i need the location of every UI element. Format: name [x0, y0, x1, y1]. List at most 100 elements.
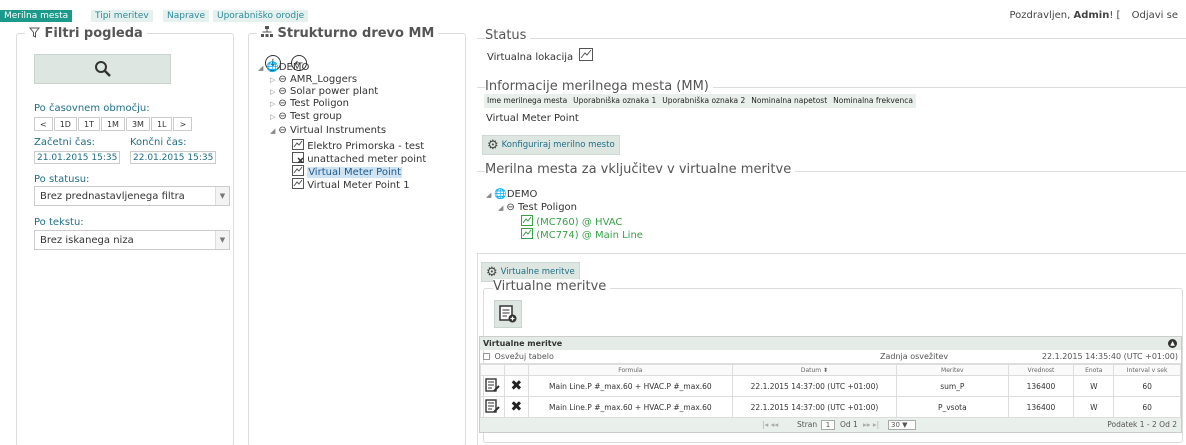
tree-node-virtual-meter-point-1[interactable]: Virtual Meter Point 1 [292, 178, 410, 192]
tree-node-label: Elektro Primorska - test [307, 141, 425, 152]
col-datum-label: Datum [800, 366, 822, 374]
location-icon: ⊖ [506, 202, 515, 213]
cell-enota: W [1073, 375, 1115, 397]
info-col-user2: Uporabniška oznaka 2 [662, 96, 746, 105]
refresh-label: Osvežuj tabelo [494, 352, 554, 361]
range-1d-button[interactable]: 1D [53, 117, 77, 131]
triangle-expanded-icon: ◢ [258, 64, 264, 72]
tree-node-amr[interactable]: ▷ ⊖ AMR_Loggers [270, 74, 357, 86]
col-meritev[interactable]: Meritev [896, 364, 1009, 376]
col-datum[interactable]: Datum ⬍ [731, 364, 898, 376]
tree-node-poligon[interactable]: ▷ ⊖ Test Poligon [270, 98, 349, 110]
include-node-label: Test Poligon [517, 202, 577, 213]
tab-naprave[interactable]: Naprave [163, 10, 210, 22]
greeting-prefix: Pozdravljen, [1009, 10, 1071, 21]
col-interval[interactable]: Interval v sek [1113, 364, 1181, 376]
globe-icon: 🌐 [494, 189, 507, 200]
include-title: Merilna mesta za vključitev v virtualne … [485, 162, 796, 177]
range-next-button[interactable]: > [173, 117, 193, 131]
table-row: ✖ Main Line.P #_max.60 + HVAC.P #_max.60… [480, 396, 1181, 418]
cell-datum: 22.1.2015 14:37:00 (UTC +01:00) [731, 375, 898, 397]
table-header-row: Formula Datum ⬍ Meritev Vrednost Enota I… [480, 364, 1181, 376]
tree-node-demo[interactable]: ◢ 🌐DEMO [258, 62, 309, 74]
delete-row-button[interactable]: ✖ [503, 375, 529, 397]
last-refresh-value: 22.1.2015 14:35:40 (UTC +01:00) [1041, 352, 1178, 361]
info-col-name: Ime merilnega mesta [487, 96, 568, 105]
tree-node-virtual-meter-point[interactable]: Virtual Meter Point [292, 165, 403, 179]
pager-page-input[interactable]: 1 [821, 420, 835, 430]
logout-link[interactable]: Odjavi se [1132, 10, 1178, 21]
location-icon: ⊖ [278, 125, 287, 136]
cell-meritev: sum_P [896, 375, 1009, 397]
tree-node-unattached[interactable]: unattached meter point [292, 152, 426, 166]
tree-node-solar[interactable]: ▷ ⊖ Solar power plant [270, 86, 378, 98]
add-virtual-measurement-button[interactable] [494, 300, 522, 328]
tab-merilna-mesta[interactable]: Merilna mesta [0, 10, 73, 22]
chevron-down-icon: ▼ [902, 421, 908, 429]
table-row: ✖ Main Line.P #_max.60 + HVAC.P #_max.60… [480, 375, 1181, 397]
gear-icon: ⚙ [486, 264, 498, 280]
include-node-hvac[interactable]: (MC760) @ HVAC [521, 215, 622, 229]
configure-meter-point-button[interactable]: ⚙ Konfiguriraj merilno mesto [482, 135, 620, 155]
tree-node-group[interactable]: ▷ ⊖ Test group [270, 111, 342, 123]
meter-point-icon [521, 228, 533, 239]
include-node-demo[interactable]: ◢ 🌐DEMO [486, 189, 537, 201]
refresh-checkbox[interactable] [483, 353, 490, 360]
range-1m-button[interactable]: 1M [100, 117, 125, 131]
end-time-input[interactable]: 22.01.2015 15:35 [130, 151, 217, 164]
meter-point-icon [292, 165, 304, 176]
cell-interval: 60 [1113, 396, 1181, 418]
range-3m-button[interactable]: 3M [125, 117, 150, 131]
virtual-location-icon [579, 48, 594, 61]
pager: |◂ ◂◂ Stran 1 Od 1 ▸▸ ▸| 30 ▼ Podatek 1 … [480, 418, 1181, 432]
text-filter-select[interactable]: Brez iskanega niza ▼ [34, 230, 230, 250]
cell-enota: W [1073, 396, 1115, 418]
refresh-row: Osvežuj tabelo Zadnja osvežitev 22.1.201… [480, 350, 1181, 364]
time-range-label: Po časovnem območju: [34, 103, 150, 114]
pager-per-page-select[interactable]: 30 ▼ [888, 420, 916, 430]
tab-uporabnisko-orodje[interactable]: Uporabniško orodje [213, 10, 309, 22]
search-button[interactable] [34, 54, 171, 84]
delete-row-button[interactable]: ✖ [503, 396, 529, 418]
triangle-collapsed-icon: ▷ [270, 113, 276, 121]
include-node-label: DEMO [506, 189, 538, 200]
triangle-collapsed-icon: ▷ [270, 76, 276, 84]
range-1l-button[interactable]: 1L [150, 117, 173, 131]
data-table: Formula Datum ⬍ Meritev Vrednost Enota I… [480, 364, 1181, 418]
edit-document-icon [485, 377, 500, 392]
tree-node-elektro[interactable]: Elektro Primorska - test [292, 139, 424, 153]
chevron-down-icon: ▼ [215, 231, 229, 249]
include-node-main-line[interactable]: (MC774) @ Main Line [521, 228, 643, 242]
collapse-icon[interactable]: ▲ [1168, 339, 1177, 348]
col-enota[interactable]: Enota [1073, 364, 1115, 376]
info-col-frequency: Nominalna frekvenca [833, 96, 913, 105]
virtual-measurements-table: Virtualne meritve ▲ Osvežuj tabelo Zadnj… [479, 336, 1182, 433]
tab-tipi-meritev[interactable]: Tipi meritev [91, 10, 153, 22]
text-filter-label: Po tekstu: [34, 217, 84, 228]
pager-records: Podatek 1 - 2 Od 2 [1107, 420, 1177, 429]
status-row: Virtualna lokacija [487, 48, 594, 63]
location-icon: ⊖ [278, 74, 287, 85]
col-formula[interactable]: Formula [527, 364, 733, 376]
status-title: Status [485, 28, 531, 43]
col-vrednost[interactable]: Vrednost [1007, 364, 1075, 376]
tree-node-label: DEMO [278, 62, 310, 73]
pager-first-prev-icon[interactable]: |◂ ◂◂ [762, 418, 778, 432]
edit-row-button[interactable] [480, 396, 505, 418]
pager-page-label: Stran [797, 420, 818, 429]
filter-title: Filtri pogleda [25, 26, 147, 41]
end-time-label: Končni čas: [130, 137, 187, 148]
tree-node-label: Test group [289, 111, 342, 122]
start-time-input[interactable]: 21.01.2015 15:35 [34, 151, 121, 164]
tree-title: Strukturno drevo MM [257, 26, 438, 41]
tree-node-virtual[interactable]: ◢ ⊖ Virtual Instruments [270, 125, 386, 137]
edit-row-button[interactable] [480, 375, 505, 397]
pager-next-last-icon[interactable]: ▸▸ ▸| [863, 418, 879, 432]
meter-point-icon [521, 215, 533, 226]
triangle-expanded-icon: ◢ [270, 127, 276, 135]
range-prev-button[interactable]: < [34, 117, 53, 131]
edit-document-icon [485, 398, 500, 413]
include-node-poligon[interactable]: ◢ ⊖ Test Poligon [498, 202, 577, 214]
range-1t-button[interactable]: 1T [77, 117, 100, 131]
status-filter-select[interactable]: Brez prednastavljenega filtra ▼ [34, 186, 230, 206]
